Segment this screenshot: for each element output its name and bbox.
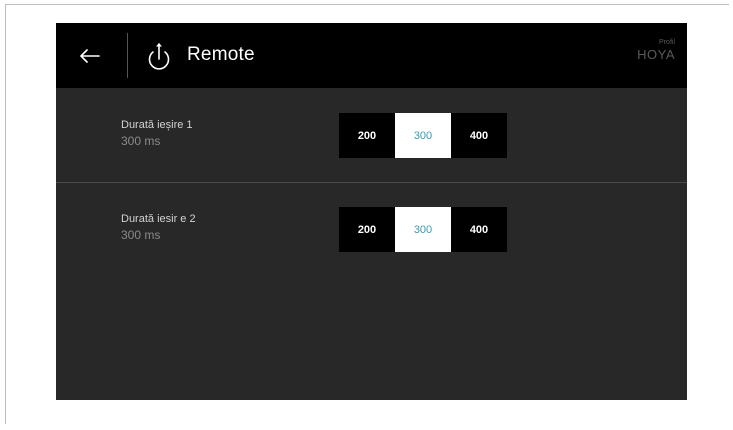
option-300-button[interactable]: 300 <box>395 113 451 158</box>
option-400-button[interactable]: 400 <box>451 113 507 158</box>
setting-row-output-2: Durată iesir e 2 300 ms 200 300 400 <box>56 183 687 276</box>
header-divider <box>127 33 128 78</box>
duration-selector-2: 200 300 400 <box>339 207 507 252</box>
device-screen: Remote Profil HOYA Durată ieșire 1 300 m… <box>56 23 687 400</box>
option-400-button[interactable]: 400 <box>451 207 507 252</box>
back-button[interactable] <box>68 36 112 76</box>
profile-name: HOYA <box>637 47 675 62</box>
arrow-left-icon <box>80 49 100 63</box>
setting-row-output-1: Durată ieșire 1 300 ms 200 300 400 <box>56 89 687 182</box>
page-title: Remote <box>187 44 255 65</box>
top-bar: Remote Profil HOYA <box>56 23 687 88</box>
setting-label: Durată iesir e 2 <box>121 213 196 225</box>
option-200-button[interactable]: 200 <box>339 113 395 158</box>
profile-indicator[interactable]: Profil HOYA <box>637 39 675 62</box>
option-300-button[interactable]: 300 <box>395 207 451 252</box>
profile-label: Profil <box>659 39 675 46</box>
setting-label: Durată ieșire 1 <box>121 119 193 131</box>
option-200-button[interactable]: 200 <box>339 207 395 252</box>
remote-power-icon <box>148 43 170 70</box>
setting-value: 300 ms <box>121 134 161 148</box>
setting-value: 300 ms <box>121 228 161 242</box>
duration-selector-1: 200 300 400 <box>339 113 507 158</box>
